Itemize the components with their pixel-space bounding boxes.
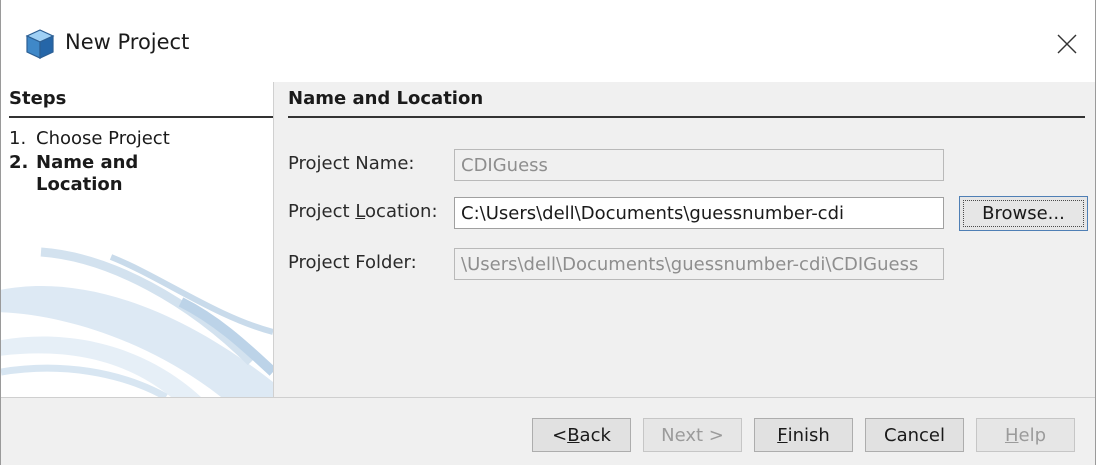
steps-divider [9, 116, 273, 118]
project-folder-field[interactable] [454, 248, 944, 280]
label-text: Project [288, 201, 356, 222]
step-number: 2. [9, 152, 29, 173]
project-location-field[interactable] [454, 197, 944, 229]
mnemonic-letter: B [567, 424, 580, 446]
content-panel: Name and Location Project Name: Project … [274, 82, 1095, 397]
browse-button[interactable]: Browse... [959, 196, 1088, 231]
close-icon [1057, 34, 1077, 54]
button-bar-separator [1, 397, 1095, 398]
section-divider [288, 116, 1085, 118]
mnemonic-letter: H [1004, 424, 1019, 446]
project-name-label: Project Name: [288, 153, 415, 174]
step-name-and-location: 2. Name and Location [9, 152, 166, 196]
step-choose-project: 1. Choose Project [9, 128, 170, 150]
finish-button[interactable]: Finish [754, 418, 853, 452]
title-bar: New Project [1, 0, 1095, 82]
steps-title: Steps [9, 88, 67, 109]
cube-icon [25, 29, 55, 59]
cancel-button[interactable]: Cancel [865, 418, 964, 452]
label-text: ocation: [365, 201, 438, 222]
help-button[interactable]: Help [976, 418, 1075, 452]
button-text: < [552, 424, 568, 446]
button-text: elp [1018, 424, 1047, 446]
new-project-dialog: New Project Steps 1. Choose Project 2. Nam… [0, 0, 1096, 465]
button-text: ack [579, 424, 611, 446]
project-name-field[interactable] [454, 149, 944, 181]
button-text: inish [787, 424, 830, 446]
steps-panel: Steps 1. Choose Project 2. Name and Locati… [1, 82, 273, 397]
mnemonic-letter: F [777, 424, 788, 446]
project-folder-label: Project Folder: [288, 252, 417, 273]
decorative-swoosh [1, 247, 273, 397]
window-title: New Project [65, 30, 190, 54]
project-location-label: Project Location: [288, 201, 438, 222]
mnemonic-letter: L [355, 201, 366, 222]
step-label: Name and Location [36, 152, 139, 195]
step-label: Choose Project [36, 128, 170, 149]
section-title: Name and Location [288, 88, 484, 109]
back-button[interactable]: < Back [532, 418, 631, 452]
close-button[interactable] [1047, 24, 1087, 64]
step-number: 1. [9, 128, 27, 149]
next-button[interactable]: Next > [643, 418, 742, 452]
